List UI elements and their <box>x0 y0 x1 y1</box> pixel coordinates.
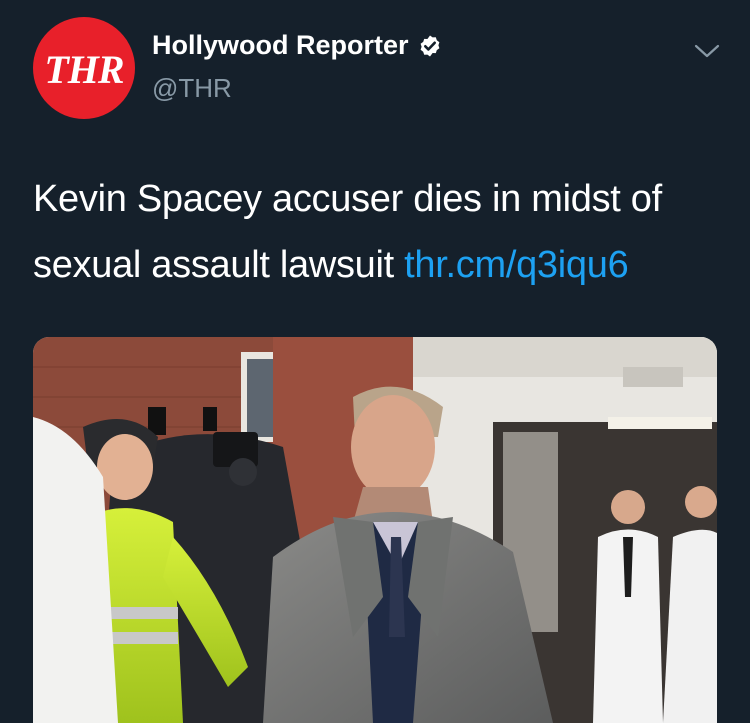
account-handle[interactable]: @THR <box>152 73 232 104</box>
avatar[interactable]: THR <box>33 17 135 119</box>
chevron-down-icon[interactable] <box>692 40 722 62</box>
display-name[interactable]: Hollywood Reporter <box>152 30 409 61</box>
avatar-logo-text: THR <box>44 46 124 92</box>
tweet-link[interactable]: thr.cm/q3iqu6 <box>404 244 629 286</box>
photo-illustration <box>33 337 717 723</box>
tweet-photo[interactable] <box>33 337 717 723</box>
author-name-row: Hollywood Reporter <box>152 30 442 61</box>
tweet-text: Kevin Spacey accuser dies in midst of se… <box>33 166 723 298</box>
verified-badge-icon <box>418 34 442 58</box>
